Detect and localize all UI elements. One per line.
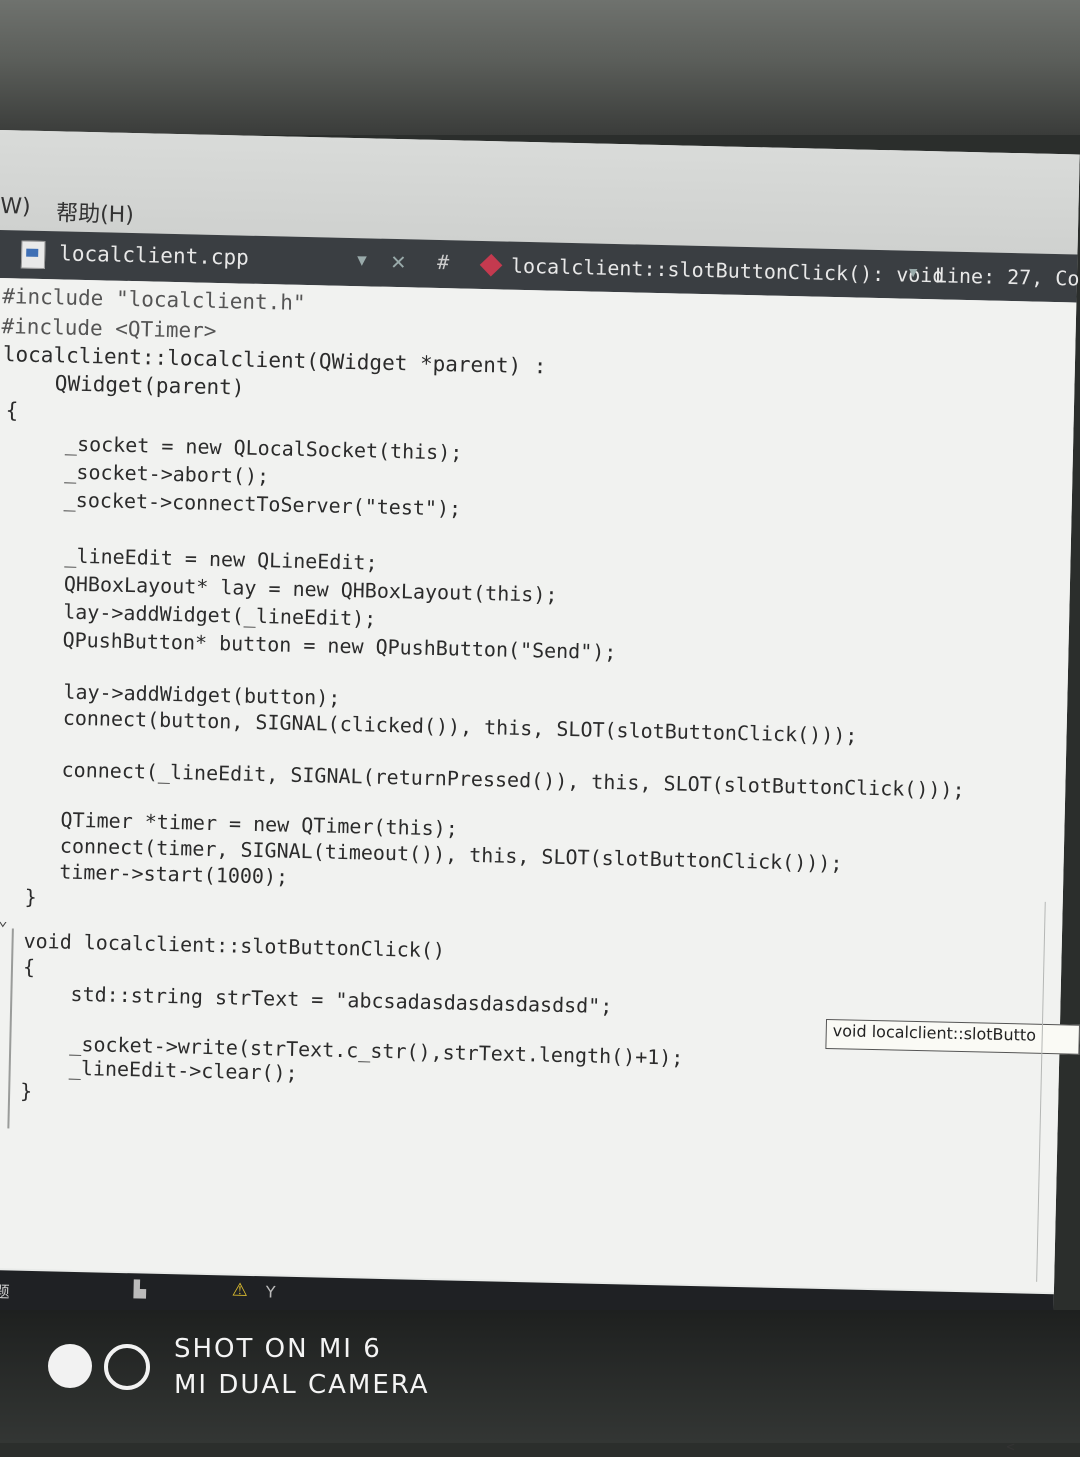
code-editor[interactable]: 5 6 7 8 9 10 11 12 ⌄ #include "localclie…: [0, 277, 1080, 1455]
warning-icon[interactable]: ⚠: [232, 1280, 249, 1301]
filter-icon[interactable]: Y: [265, 1282, 275, 1301]
code-line: connect(_lineEdit, SIGNAL(returnPressed(…: [13, 756, 965, 803]
code-line: {: [5, 398, 19, 423]
code-line: #include "localclient.h": [1, 284, 306, 315]
watermark-line-1: SHOT ON MI 6: [174, 1334, 382, 1364]
hash-icon[interactable]: #: [437, 250, 450, 274]
line-number-gutter: 5 6 7 8 9 10 11 12: [0, 927, 14, 1129]
file-dropdown-icon[interactable]: ▼: [357, 250, 367, 269]
tab-localclient-cpp[interactable]: localclient.cpp: [59, 241, 249, 269]
vertical-scrollbar[interactable]: [1036, 901, 1060, 1283]
code-line: _lineEdit->clear();: [20, 1054, 298, 1085]
code-line: std::string strText = "abcsadasdasdasdas…: [22, 980, 613, 1019]
menu-item-help[interactable]: 帮助(H): [56, 195, 134, 229]
function-icon: [479, 253, 503, 277]
close-icon[interactable]: ✕: [391, 247, 406, 275]
camera-dot-filled-icon: [48, 1344, 92, 1388]
cursor-position: Line: 27, Col: [934, 263, 1080, 291]
issues-tab[interactable]: 问题: [0, 1278, 10, 1303]
code-line: _lineEdit = new QLineEdit;: [16, 542, 378, 575]
code-line: _socket->abort();: [16, 458, 270, 489]
fold-toggle-icon[interactable]: ⌄: [0, 910, 8, 929]
build-icon[interactable]: ▙: [134, 1279, 147, 1298]
code-line: QPushButton* button = new QPushButton("S…: [14, 626, 617, 665]
ide-window: W) 帮助(H) localclient.cpp ▼ ✕ # localclie…: [0, 130, 1080, 1455]
code-line: {: [22, 954, 36, 980]
camera-dot-ring-icon: [104, 1344, 150, 1390]
function-dropdown-icon[interactable]: ▼: [909, 265, 918, 281]
code-line: timer->start(1000);: [10, 858, 289, 889]
monitor-top-frame: [0, 0, 1080, 135]
code-line: lay->addWidget(_lineEdit);: [14, 598, 377, 631]
camera-watermark: SHOT ON MI 6 MI DUAL CAMERA: [48, 1334, 468, 1400]
code-line: QWidget(parent): [4, 370, 245, 400]
code-line: connect(button, SIGNAL(clicked()), this,…: [14, 704, 858, 748]
cpp-file-icon: [20, 240, 46, 270]
code-line: }: [19, 1078, 33, 1103]
watermark-line-2: MI DUAL CAMERA: [174, 1370, 430, 1400]
code-line: #include <QTimer>: [1, 314, 217, 343]
code-line: void localclient::slotButtonClick(): [23, 928, 446, 963]
function-selector[interactable]: localclient::slotButtonClick(): void: [511, 254, 945, 288]
code-line: }: [24, 884, 37, 910]
code-line: _socket->connectToServer("test");: [15, 486, 462, 521]
menu-item-window[interactable]: W): [0, 194, 31, 220]
